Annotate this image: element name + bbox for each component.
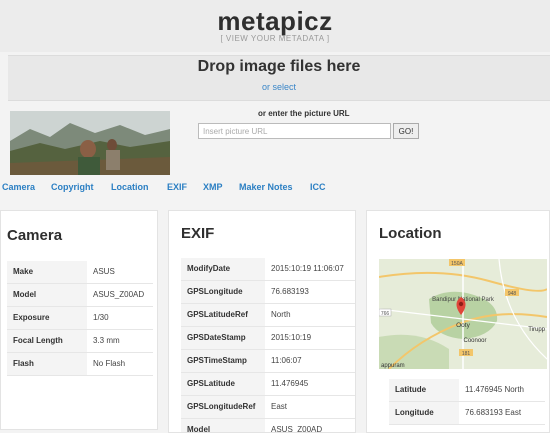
page: metapicz [ VIEW YOUR METADATA ] Drop ima…: [0, 0, 550, 433]
tab-location[interactable]: Location: [111, 182, 149, 192]
camera-row: Exposure 1/30: [7, 307, 153, 330]
exif-row: Model ASUS_Z00AD: [181, 419, 355, 433]
camera-row: Model ASUS_Z00AD: [7, 284, 153, 307]
drop-zone-title: Drop image files here: [197, 58, 361, 75]
exif-row-value: 76.683193: [271, 287, 309, 296]
exif-row: GPSLongitude 76.683193: [181, 281, 355, 304]
location-panel-title: Location: [379, 225, 442, 242]
map-town-label: Ooty: [456, 322, 470, 329]
photo-thumbnail-graphic: [10, 111, 170, 175]
location-row: Longitude 76.683193 East: [389, 402, 545, 425]
map-place-label: Tirupp: [528, 327, 545, 333]
camera-row-value: ASUS_Z00AD: [93, 290, 145, 299]
url-label: or enter the picture URL: [258, 109, 350, 118]
exif-row-value: 11:06:07: [271, 356, 302, 365]
exif-row-key: GPSLongitude: [181, 281, 265, 303]
location-panel: Location 150A 948 766 181 Bandipur Natio…: [366, 210, 550, 433]
camera-row-key: Flash: [7, 353, 87, 375]
exif-row-value: ASUS_Z00AD: [271, 425, 323, 433]
tab-copyright[interactable]: Copyright: [51, 182, 94, 192]
header: metapicz [ VIEW YOUR METADATA ]: [0, 0, 550, 52]
exif-panel-title: EXIF: [181, 225, 215, 242]
camera-row-key: Model: [7, 284, 87, 306]
exif-row-value: East: [271, 402, 288, 411]
camera-row: Focal Length 3.3 mm: [7, 330, 153, 353]
location-row-value: 76.683193 East: [465, 408, 522, 417]
camera-row: Make ASUS: [7, 261, 153, 284]
camera-row-key: Focal Length: [7, 330, 87, 352]
map-road-label: 766: [381, 311, 390, 317]
tagline: [ VIEW YOUR METADATA ]: [220, 34, 330, 43]
uploaded-image-thumbnail[interactable]: [10, 111, 170, 175]
exif-row-key: GPSDateStamp: [181, 327, 265, 349]
map-place-label: appuram: [381, 363, 405, 369]
exif-row: GPSLongitudeRef East: [181, 396, 355, 419]
exif-row-key: ModifyDate: [181, 258, 265, 280]
camera-row-value: 3.3 mm: [93, 336, 120, 345]
exif-row: GPSDateStamp 2015:10:19: [181, 327, 355, 350]
map-town-label: Coonoor: [463, 338, 486, 344]
exif-row-value: 2015:10:19: [271, 333, 312, 342]
exif-row-key: GPSLongitudeRef: [181, 396, 265, 418]
exif-row: GPSTimeStamp 11:06:07: [181, 350, 355, 373]
camera-row: Flash No Flash: [7, 353, 153, 376]
location-row-key: Longitude: [389, 402, 459, 424]
camera-row-value: No Flash: [93, 359, 126, 368]
exif-row-key: GPSLatitudeRef: [181, 304, 265, 326]
exif-row: GPSLatitudeRef North: [181, 304, 355, 327]
exif-row-value: 2015:10:19 11:06:07: [271, 264, 344, 273]
camera-row-key: Exposure: [7, 307, 87, 329]
exif-panel: EXIF ModifyDate 2015:10:19 11:06:07 GPSL…: [168, 210, 356, 433]
location-map[interactable]: 150A 948 766 181 Bandipur National Park …: [379, 259, 547, 369]
select-files-link[interactable]: or select: [8, 82, 550, 92]
map-graphic: 150A 948 766 181 Bandipur National Park …: [379, 259, 547, 369]
exif-row-key: GPSLatitude: [181, 373, 265, 395]
site-logo[interactable]: metapicz: [0, 6, 550, 37]
camera-row-value: ASUS: [93, 267, 115, 276]
go-button[interactable]: GO!: [393, 123, 419, 139]
exif-row-value: North: [271, 310, 291, 319]
exif-row-key: Model: [181, 419, 265, 432]
tab-xmp[interactable]: XMP: [203, 182, 223, 192]
camera-panel-title: Camera: [7, 227, 63, 244]
tab-maker-notes[interactable]: Maker Notes: [239, 182, 293, 192]
map-road-label: 181: [462, 351, 471, 357]
location-row-value: 11.476945 North: [465, 385, 525, 394]
drop-zone[interactable]: Drop image files here or select: [8, 55, 550, 101]
exif-row-key: GPSTimeStamp: [181, 350, 265, 372]
exif-row-value: 11.476945: [271, 379, 309, 388]
picture-url-input[interactable]: [198, 123, 391, 139]
camera-panel: Camera Make ASUS Model ASUS_Z00AD Exposu…: [0, 210, 158, 430]
map-road-label: 948: [508, 291, 517, 297]
tab-camera[interactable]: Camera: [2, 182, 35, 192]
camera-row-key: Make: [7, 261, 87, 283]
exif-row: GPSLatitude 11.476945: [181, 373, 355, 396]
location-row-key: Latitude: [389, 379, 459, 401]
camera-row-value: 1/30: [93, 313, 109, 322]
tab-icc[interactable]: ICC: [310, 182, 326, 192]
tab-exif[interactable]: EXIF: [167, 182, 187, 192]
exif-row: ModifyDate 2015:10:19 11:06:07: [181, 258, 355, 281]
map-road-label: 150A: [451, 261, 463, 267]
section-tabs: Camera Copyright Location EXIF XMP Maker…: [0, 182, 550, 196]
location-row: Latitude 11.476945 North: [389, 379, 545, 402]
